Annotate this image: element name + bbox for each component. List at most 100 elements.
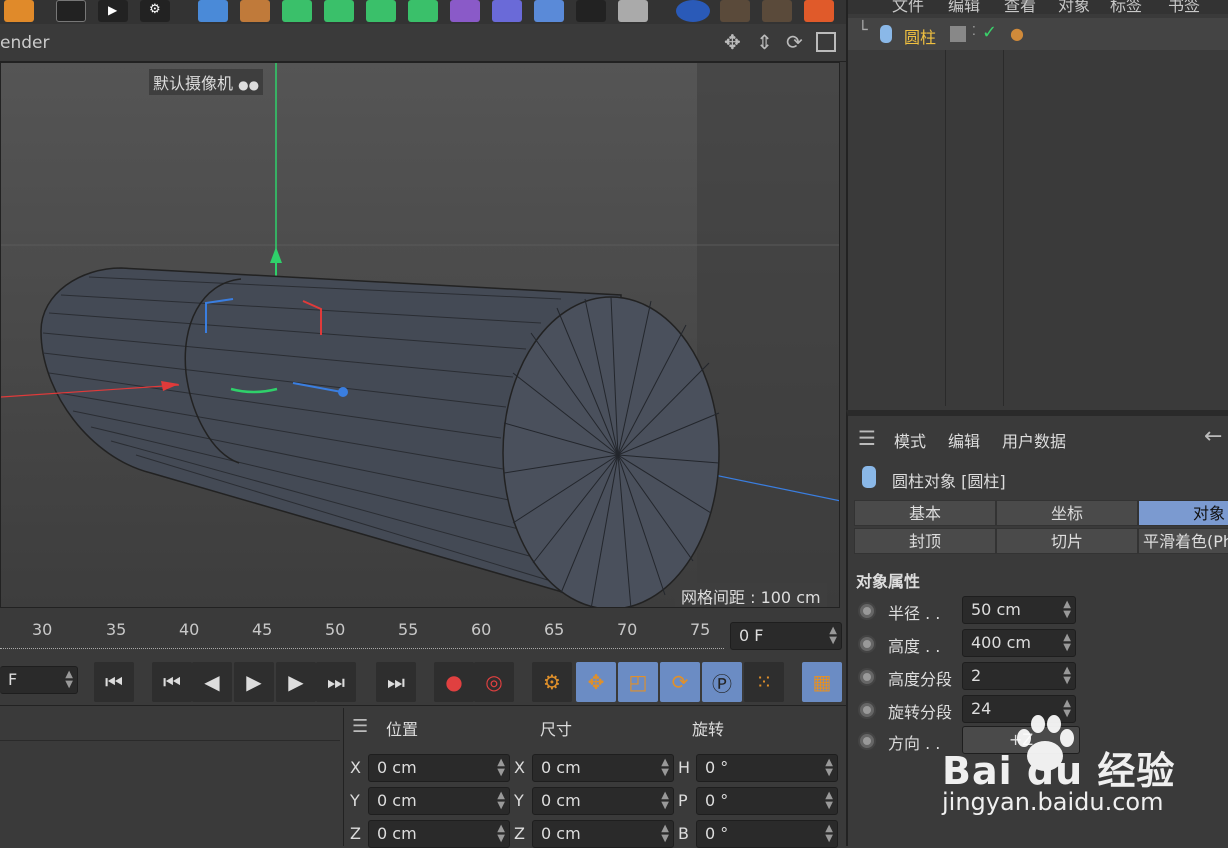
current-frame-field[interactable]: 0 F ▲ ▼ — [730, 622, 842, 650]
go-to-end-icon[interactable]: ⏭ — [376, 662, 416, 702]
prev-frame-icon[interactable]: ◀ — [192, 662, 232, 702]
stepper-icon[interactable]: ▲ ▼ — [497, 758, 505, 778]
point-level-icon[interactable]: ⁙ — [744, 662, 784, 702]
stepper-icon[interactable]: ▲ ▼ — [825, 791, 833, 811]
object-row[interactable]: └ 圆柱 ⁚ ✓ ● — [848, 18, 1228, 50]
stepper-icon[interactable]: ▲ ▼ — [497, 824, 505, 844]
orbit-icon[interactable]: ⟳ — [786, 30, 803, 54]
cloner-icon[interactable] — [408, 0, 438, 22]
rotation-b-field[interactable]: 0 ° ▲ ▼ — [696, 820, 838, 848]
rotation-h-field[interactable]: 0 ° ▲ ▼ — [696, 754, 838, 782]
menu-file[interactable]: 文件 — [892, 0, 924, 14]
bend-icon[interactable] — [492, 0, 522, 22]
animate-radio-icon[interactable] — [858, 701, 876, 719]
start-frame-field[interactable]: F ▲ ▼ — [0, 666, 78, 694]
go-to-start-icon[interactable]: ⏮ — [94, 662, 134, 702]
enabled-check-icon[interactable]: ✓ — [982, 22, 997, 43]
tab-object[interactable]: 对象 — [1138, 500, 1228, 526]
animate-radio-icon[interactable] — [858, 732, 876, 750]
menu-icon[interactable]: ☰ — [352, 716, 368, 737]
render-settings-icon[interactable]: ⚙ — [140, 0, 170, 22]
radius-field[interactable]: 50 cm ▲ ▼ — [962, 596, 1076, 624]
position-x-field[interactable]: 0 cm ▲ ▼ — [368, 754, 510, 782]
rotation-p-field[interactable]: 0 ° ▲ ▼ — [696, 787, 838, 815]
key-settings-icon[interactable]: ⚙ — [532, 662, 572, 702]
play-icon[interactable]: ▶ — [234, 662, 274, 702]
menu-objects[interactable]: 对象 — [1058, 0, 1090, 14]
stepper-icon[interactable]: ▲ ▼ — [829, 626, 837, 646]
size-x-field[interactable]: 0 cm ▲ ▼ — [532, 754, 674, 782]
render-view-icon[interactable]: ▶ — [98, 0, 128, 22]
pen-icon[interactable] — [240, 0, 270, 22]
object-name[interactable]: 圆柱 — [904, 24, 936, 48]
scale-key-icon[interactable]: ◰ — [618, 662, 658, 702]
param-key-icon[interactable]: Ⓟ — [702, 662, 742, 702]
next-key-icon[interactable]: ⏭ — [316, 662, 356, 702]
animate-radio-icon[interactable] — [858, 602, 876, 620]
tab-slice[interactable]: 切片 — [996, 528, 1138, 554]
sculpt-icon[interactable] — [720, 0, 750, 22]
subdivision-icon[interactable] — [282, 0, 312, 22]
menu-view[interactable]: 查看 — [1004, 0, 1036, 14]
position-y-field[interactable]: 0 cm ▲ ▼ — [368, 787, 510, 815]
timeline-ruler[interactable]: 30 35 40 45 50 55 60 65 70 75 0 F ▲ ▼ — [0, 608, 846, 658]
menu-mode[interactable]: 模式 — [894, 428, 926, 452]
tab-basic[interactable]: 基本 — [854, 500, 996, 526]
next-frame-icon[interactable]: ▶ — [276, 662, 316, 702]
stepper-icon[interactable]: ▲ ▼ — [1063, 633, 1071, 653]
dolly-icon[interactable]: ⇕ — [756, 30, 773, 54]
cube-icon[interactable] — [198, 0, 228, 22]
record-key-icon[interactable]: ● — [434, 662, 474, 702]
stepper-icon[interactable]: ▲ ▼ — [1063, 600, 1071, 620]
stepper-icon[interactable]: ▲ ▼ — [825, 824, 833, 844]
stepper-icon[interactable]: ▲ ▼ — [661, 791, 669, 811]
size-z-field[interactable]: 0 cm ▲ ▼ — [532, 820, 674, 848]
stepper-icon[interactable]: ▲ ▼ — [497, 791, 505, 811]
extrude-icon[interactable] — [324, 0, 354, 22]
axis-label: B — [678, 824, 689, 843]
move-key-icon[interactable]: ✥ — [576, 662, 616, 702]
menu-edit[interactable]: 编辑 — [948, 428, 980, 452]
floor-icon[interactable] — [534, 0, 564, 22]
menu-icon[interactable]: ☰ — [858, 426, 876, 450]
menu-bookmarks[interactable]: 书签 — [1168, 0, 1200, 14]
stepper-icon[interactable]: ▲ ▼ — [825, 758, 833, 778]
position-z-field[interactable]: 0 cm ▲ ▼ — [368, 820, 510, 848]
viewport-3d[interactable]: 默认摄像机 ●● 网格间距: 100 cm — [0, 62, 840, 608]
deformer-icon[interactable] — [450, 0, 480, 22]
pan-icon[interactable]: ✥ — [724, 30, 741, 54]
layer-icon[interactable] — [950, 26, 966, 42]
timeline-icon[interactable]: ▦ — [802, 662, 842, 702]
visibility-dots-icon[interactable]: ⁚ — [972, 24, 976, 38]
menu-tags[interactable]: 标签 — [1110, 0, 1142, 14]
back-arrow-icon[interactable]: ← — [1204, 424, 1222, 449]
snap-icon[interactable] — [762, 0, 792, 22]
auto-key-icon[interactable]: ◎ — [474, 662, 514, 702]
animate-radio-icon[interactable] — [858, 635, 876, 653]
rotate-key-icon[interactable]: ⟳ — [660, 662, 700, 702]
size-y-field[interactable]: 0 cm ▲ ▼ — [532, 787, 674, 815]
stepper-icon[interactable]: ▲ ▼ — [661, 824, 669, 844]
qr-plugin-icon[interactable] — [676, 0, 710, 22]
stepper-icon[interactable]: ▲ ▼ — [65, 670, 73, 690]
maximize-view-icon[interactable] — [816, 32, 836, 52]
height-field[interactable]: 400 cm ▲ ▼ — [962, 629, 1076, 657]
export-icon[interactable] — [804, 0, 834, 22]
stepper-icon[interactable]: ▲ ▼ — [661, 758, 669, 778]
camera-icon[interactable] — [576, 0, 606, 22]
light-icon[interactable] — [618, 0, 648, 22]
tab-phong[interactable]: 平滑着色(Ph — [1138, 528, 1228, 554]
tab-coord[interactable]: 坐标 — [996, 500, 1138, 526]
undo-icon[interactable] — [4, 0, 34, 22]
height-segments-field[interactable]: 2 ▲ ▼ — [962, 662, 1076, 690]
tab-caps[interactable]: 封顶 — [854, 528, 996, 554]
render-region-icon[interactable] — [56, 0, 86, 22]
mograph-icon[interactable] — [366, 0, 396, 22]
menu-userdata[interactable]: 用户数据 — [1002, 428, 1066, 452]
prev-key-icon[interactable]: ⏮ — [152, 662, 192, 702]
material-tag-icon[interactable]: ● — [1010, 24, 1024, 43]
viewport-menu-render[interactable]: ender — [0, 33, 49, 53]
stepper-icon[interactable]: ▲ ▼ — [1063, 666, 1071, 686]
menu-edit[interactable]: 编辑 — [948, 0, 980, 14]
animate-radio-icon[interactable] — [858, 668, 876, 686]
